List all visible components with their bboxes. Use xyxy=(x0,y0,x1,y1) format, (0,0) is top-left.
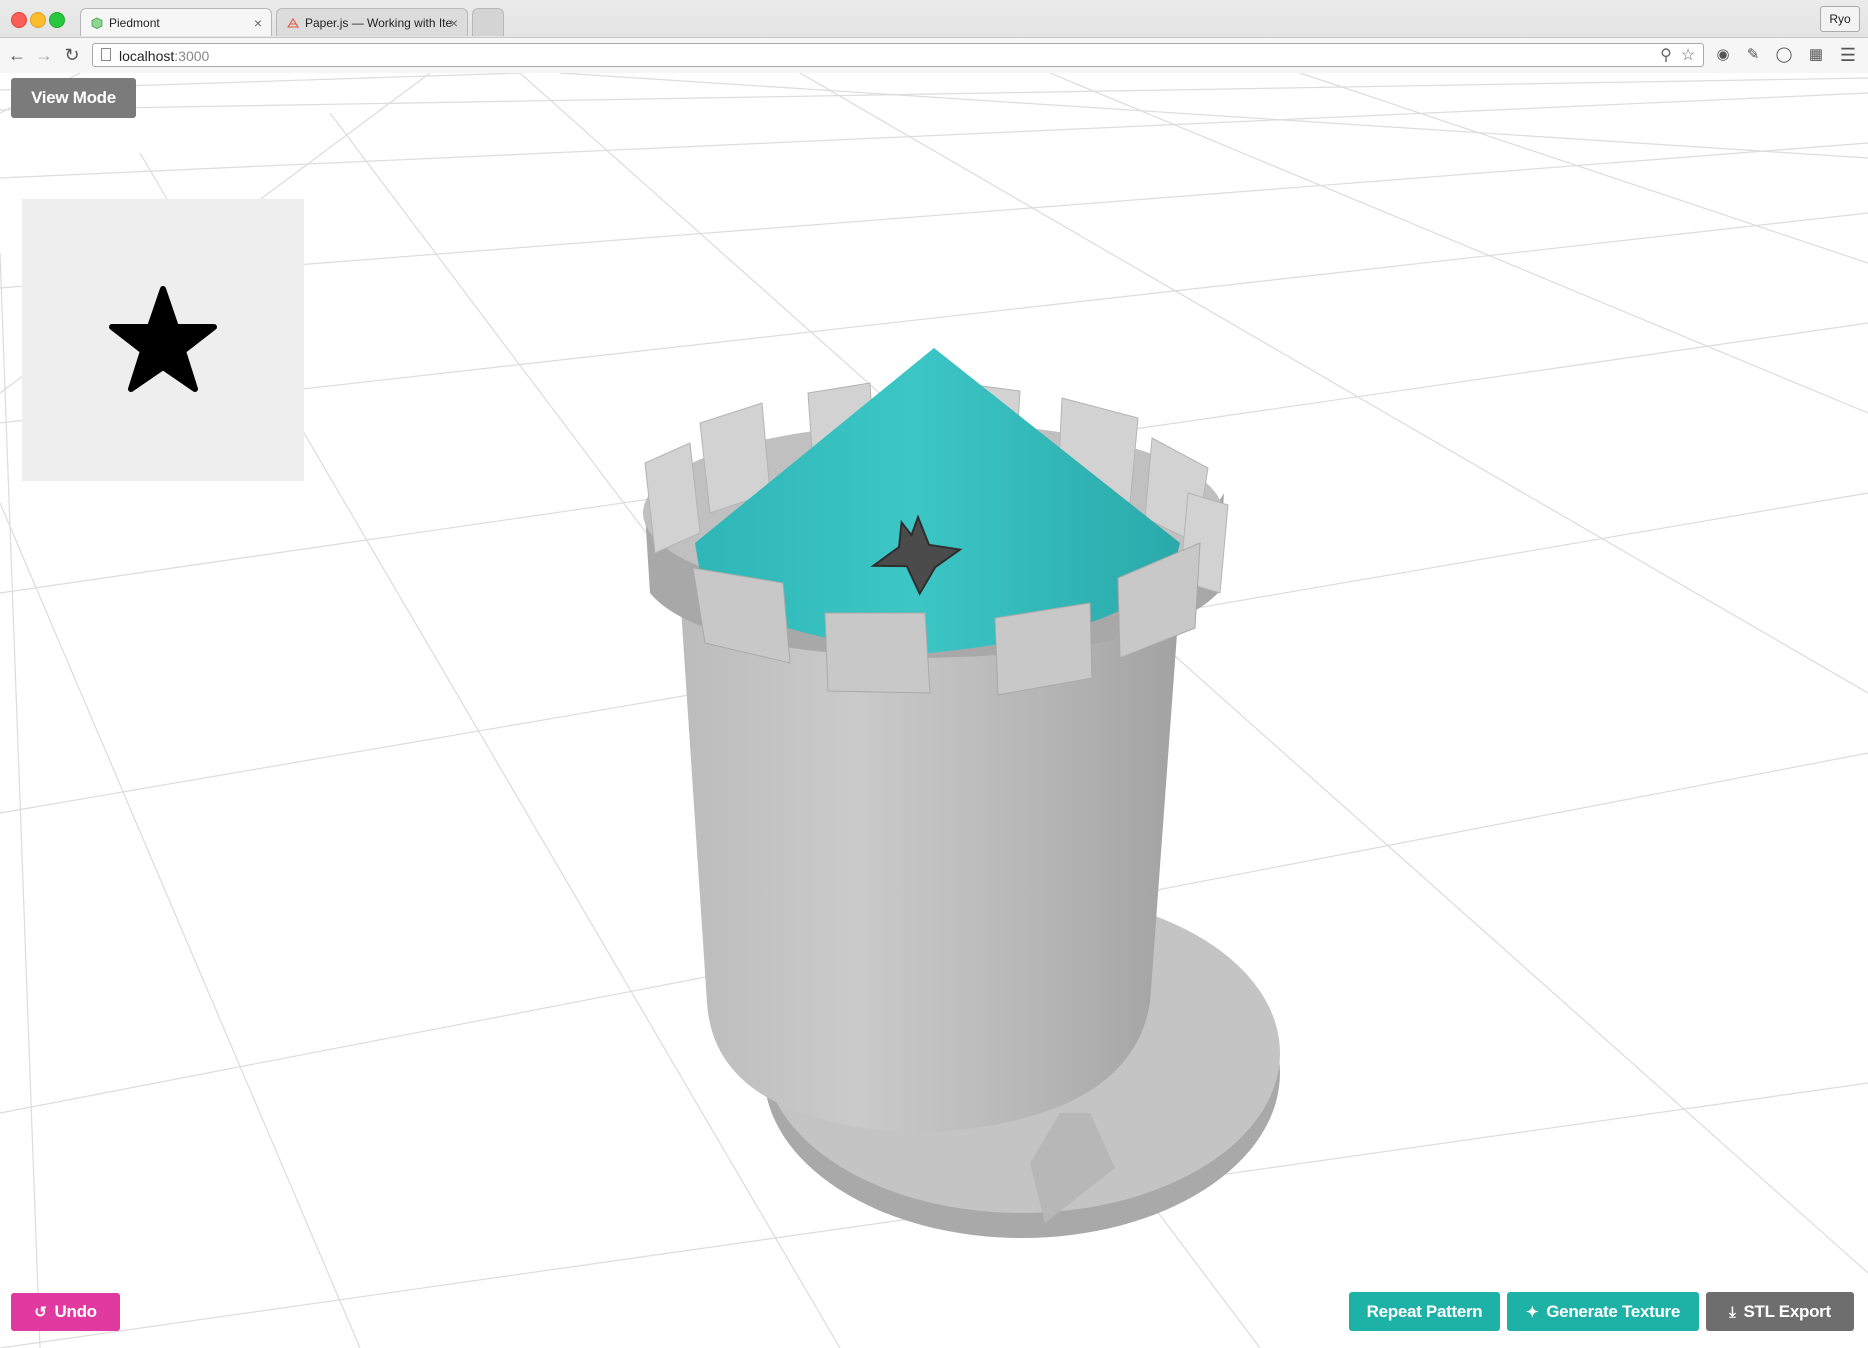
3d-viewport[interactable]: View Mode ↺ Undo Repeat Pattern ✦ Generate… xyxy=(0,73,1868,1348)
undo-button[interactable]: ↺ Undo xyxy=(11,1293,120,1331)
extension-ghost-icon[interactable]: ◉ xyxy=(1713,45,1733,65)
profile-button[interactable]: Ryo xyxy=(1820,6,1860,32)
page-icon xyxy=(101,48,111,61)
maximize-window-icon[interactable] xyxy=(49,12,65,28)
tab-piedmont[interactable]: Piedmont × xyxy=(80,8,272,36)
close-window-icon[interactable] xyxy=(11,12,27,28)
back-arrow-icon[interactable]: ← xyxy=(5,44,29,66)
new-tab-button[interactable] xyxy=(472,8,504,36)
address-text: localhost:3000 xyxy=(119,48,210,64)
stl-export-label: STL Export xyxy=(1743,1301,1831,1321)
star-icon xyxy=(109,286,217,392)
undo-label: Undo xyxy=(54,1302,98,1321)
close-tab-icon[interactable]: × xyxy=(450,15,458,31)
undo-arrow-icon: ↺ xyxy=(34,1304,47,1321)
cube-icon xyxy=(91,17,103,29)
generate-texture-label: Generate Texture xyxy=(1546,1301,1681,1321)
generate-texture-button[interactable]: ✦ Generate Texture xyxy=(1507,1292,1699,1331)
close-tab-icon[interactable]: × xyxy=(254,15,262,31)
paperjs-icon xyxy=(287,18,299,28)
tab-paperjs[interactable]: Paper.js — Working with Ite × xyxy=(276,8,468,36)
magic-wand-icon: ✦ xyxy=(1525,1303,1539,1321)
extension-puzzle-icon[interactable]: ▦ xyxy=(1806,45,1826,65)
download-icon: ⤓ xyxy=(1729,1303,1736,1321)
pattern-preview-panel[interactable] xyxy=(22,199,304,481)
tab-title: Piedmont xyxy=(109,16,160,30)
browser-chrome: Piedmont × Paper.js — Working with Ite ×… xyxy=(0,0,1868,73)
address-bar[interactable]: localhost:3000 ⚲ ☆ xyxy=(92,43,1704,67)
extension-circle-icon[interactable]: ◯ xyxy=(1774,45,1794,65)
zoom-icon[interactable]: ⚲ xyxy=(1657,47,1675,65)
bookmark-star-icon[interactable]: ☆ xyxy=(1679,47,1697,65)
minimize-window-icon[interactable] xyxy=(30,12,46,28)
view-mode-button[interactable]: View Mode xyxy=(11,78,136,118)
repeat-pattern-button[interactable]: Repeat Pattern xyxy=(1349,1292,1500,1331)
reload-icon[interactable]: ↻ xyxy=(60,44,84,66)
extension-tool-icon[interactable]: ✎ xyxy=(1743,45,1763,65)
browser-toolbar: ← → ↻ localhost:3000 ⚲ ☆ ◉ ✎ ◯ ▦ ☰ xyxy=(0,37,1868,73)
menu-icon[interactable]: ☰ xyxy=(1838,45,1858,65)
tab-title: Paper.js — Working with Ite xyxy=(305,16,453,30)
stl-export-button[interactable]: ⤓ STL Export xyxy=(1706,1292,1854,1331)
forward-arrow-icon[interactable]: → xyxy=(32,44,56,66)
